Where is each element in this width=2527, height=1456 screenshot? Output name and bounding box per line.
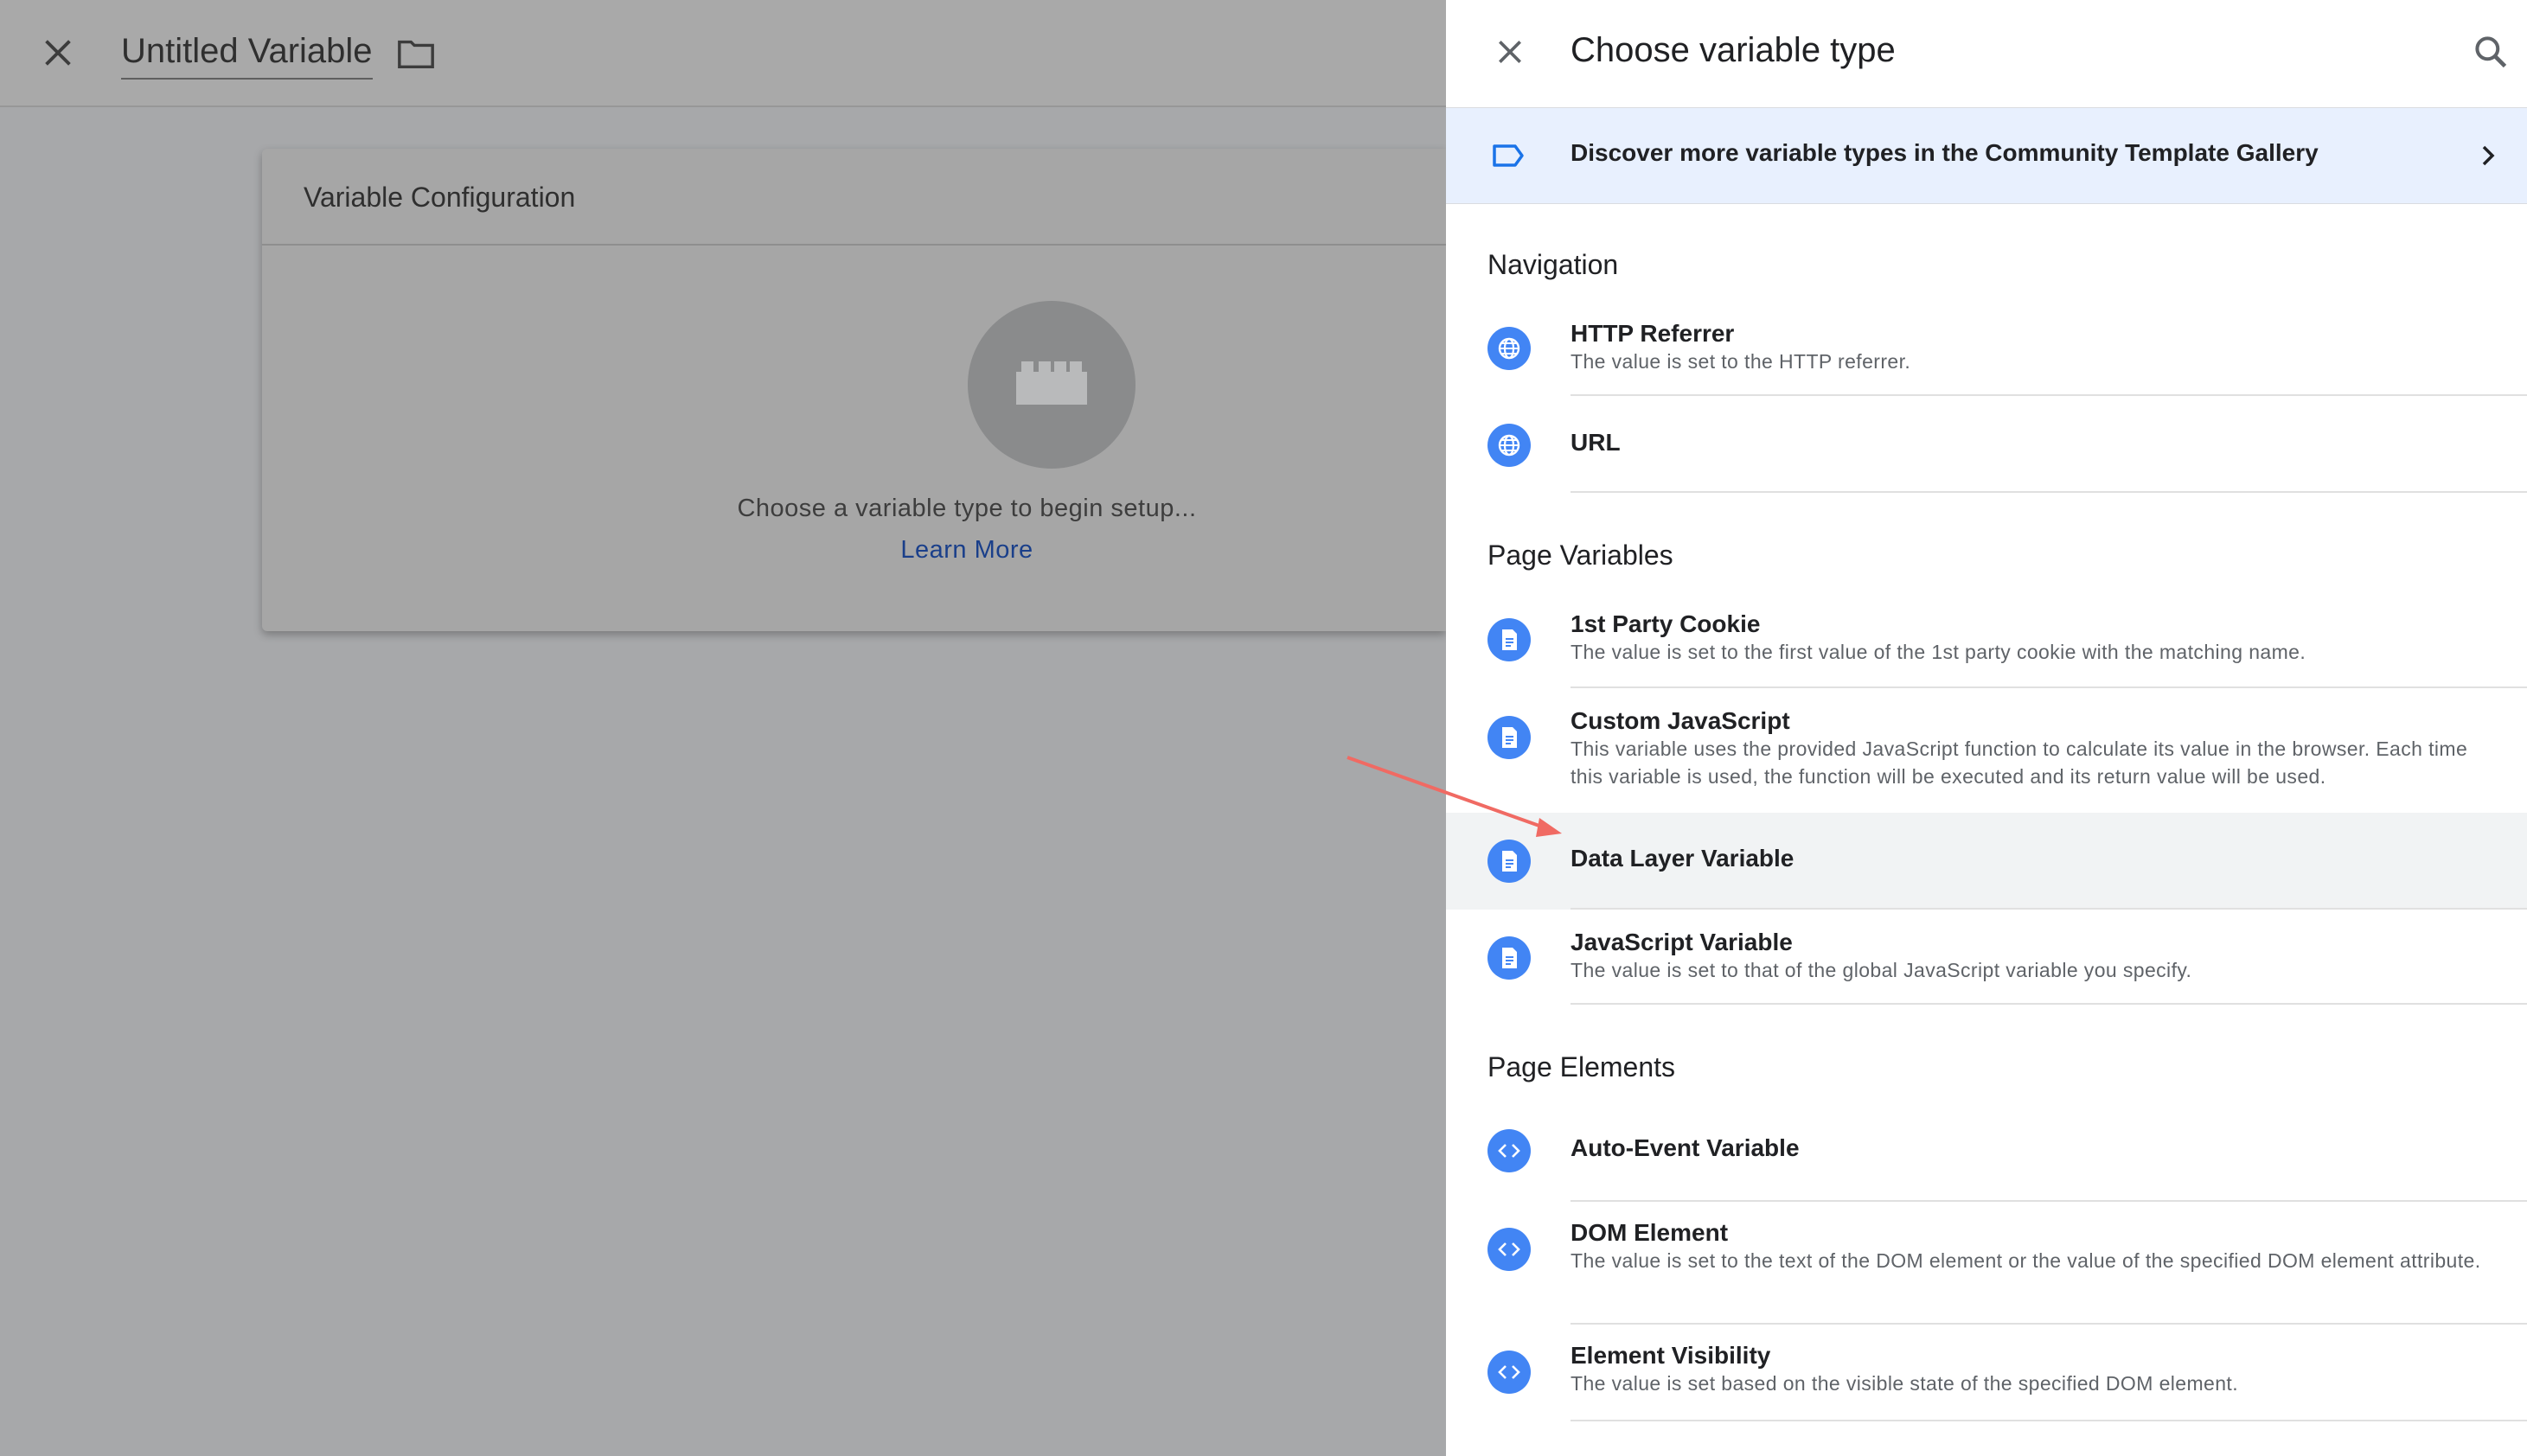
card-title: Variable Configuration — [304, 182, 576, 213]
divider — [1571, 491, 2527, 493]
item-name: Custom JavaScript — [1571, 707, 1790, 734]
divider — [1571, 1003, 2527, 1005]
item-name: URL — [1571, 429, 1621, 456]
globe-icon — [1487, 327, 1531, 370]
banner-text: Discover more variable types in the Comm… — [1571, 139, 2319, 166]
document-icon — [1487, 716, 1531, 759]
item-description: The value is set based on the visible st… — [1571, 1372, 2238, 1395]
item-name: Auto-Event Variable — [1571, 1134, 1800, 1161]
variable-type-custom-javascript[interactable]: Custom JavaScript This variable uses the… — [1446, 690, 2527, 811]
variable-configuration-card[interactable]: Variable Configuration Choose a variable… — [262, 149, 1446, 631]
item-name: 1st Party Cookie — [1571, 610, 1761, 637]
search-icon[interactable] — [2472, 33, 2510, 71]
brick-icon — [1016, 361, 1087, 405]
item-name: DOM Element — [1571, 1219, 1729, 1246]
item-description: The value is set to the first value of t… — [1571, 641, 2306, 663]
community-gallery-banner[interactable]: Discover more variable types in the Comm… — [1446, 107, 2527, 204]
item-description: The value is set to that of the global J… — [1571, 959, 2192, 981]
variable-type-dom-element[interactable]: DOM Element The value is set to the text… — [1446, 1202, 2527, 1325]
globe-icon — [1487, 424, 1531, 467]
section-navigation: Navigation — [1487, 249, 1619, 280]
panel-title: Choose variable type — [1571, 31, 1896, 69]
section-page-elements: Page Elements — [1487, 1051, 1676, 1082]
item-name: Element Visibility — [1571, 1342, 1771, 1369]
section-page-variables: Page Variables — [1487, 540, 1673, 571]
document-icon — [1487, 618, 1531, 661]
variable-name-field[interactable]: Untitled Variable — [121, 29, 373, 80]
item-description: This variable uses the provided JavaScri… — [1571, 738, 2468, 788]
variable-type-javascript-variable[interactable]: JavaScript Variable The value is set to … — [1446, 910, 2527, 1005]
item-name: JavaScript Variable — [1571, 929, 1793, 955]
document-icon — [1487, 936, 1531, 980]
variable-type-placeholder[interactable] — [968, 301, 1136, 469]
code-icon — [1487, 1351, 1531, 1394]
document-icon — [1487, 840, 1531, 883]
close-icon[interactable] — [38, 33, 78, 73]
editor-header: Untitled Variable — [0, 0, 1446, 107]
close-icon[interactable] — [1493, 35, 1527, 69]
item-description: The value is set to the HTTP referrer. — [1571, 350, 1911, 373]
variable-type-auto-event-variable[interactable]: Auto-Event Variable — [1446, 1105, 2527, 1202]
variable-type-http-referrer[interactable]: HTTP Referrer The value is set to the HT… — [1446, 301, 2527, 396]
item-description: The value is set to the text of the DOM … — [1571, 1249, 2481, 1272]
variable-type-panel: Choose variable type Discover more varia… — [1446, 0, 2527, 1456]
variable-type-data-layer-variable[interactable]: Data Layer Variable — [1446, 813, 2527, 910]
code-icon — [1487, 1129, 1531, 1172]
divider — [262, 244, 1446, 246]
variable-type-element-visibility[interactable]: Element Visibility The value is set base… — [1446, 1325, 2527, 1421]
folder-icon[interactable] — [396, 36, 436, 71]
variable-type-url[interactable]: URL — [1446, 398, 2527, 493]
variable-type-1st-party-cookie[interactable]: 1st Party Cookie The value is set to the… — [1446, 593, 2527, 688]
divider — [1571, 1420, 2527, 1421]
divider — [1571, 394, 2527, 396]
tag-icon — [1493, 144, 1524, 167]
item-name: HTTP Referrer — [1571, 320, 1735, 347]
chevron-right-icon — [2482, 145, 2495, 166]
divider — [1571, 686, 2527, 688]
code-icon — [1487, 1228, 1531, 1271]
item-name: Data Layer Variable — [1571, 845, 1794, 872]
